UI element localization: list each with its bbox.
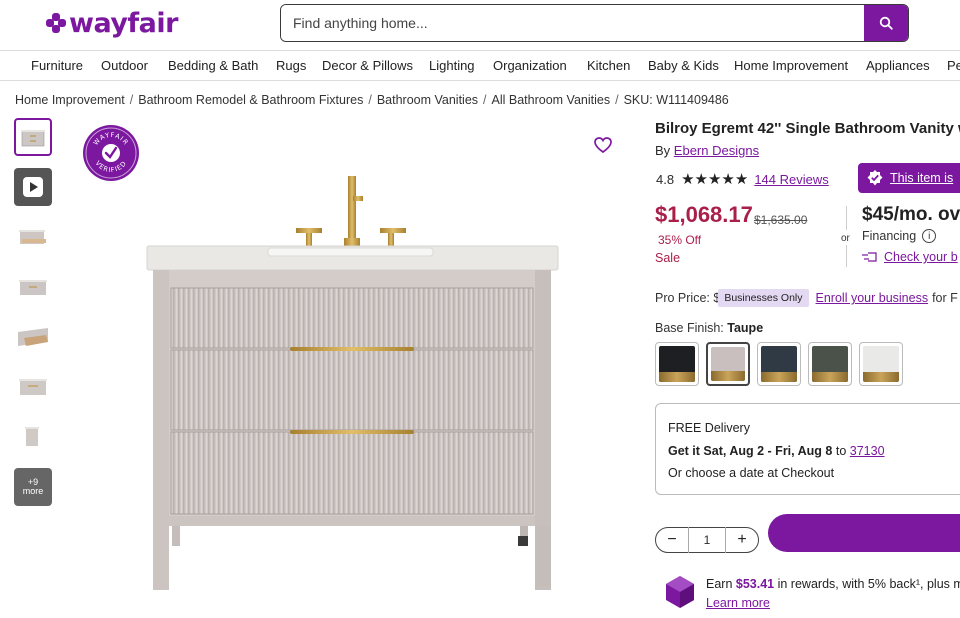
thumbnail-4[interactable] — [14, 268, 52, 306]
wayfair-logo[interactable]: wayfair — [46, 7, 178, 39]
breadcrumb-all-vanities[interactable]: All Bathroom Vanities — [492, 93, 611, 107]
pro-price-label: Pro Price: $ — [655, 291, 721, 305]
swatch-taupe[interactable] — [706, 342, 750, 386]
divider — [846, 206, 847, 230]
category-nav: Furniture Outdoor Bedding & Bath Rugs De… — [0, 50, 960, 81]
nav-decor-pillows[interactable]: Decor & Pillows — [322, 58, 413, 73]
star-rating-icon: ★★★★★ — [681, 170, 749, 188]
enroll-business-link[interactable]: Enroll your business — [816, 291, 929, 305]
check-your-rate-text: Check your b — [884, 250, 958, 264]
brand-line: By Ebern Designs — [655, 143, 759, 158]
or-label: or — [841, 233, 850, 244]
thumbnail-5[interactable] — [14, 318, 52, 356]
nav-home-improvement[interactable]: Home Improvement — [734, 58, 848, 73]
logo-text: wayfair — [69, 7, 178, 39]
rating-value: 4.8 — [656, 171, 675, 187]
breadcrumb-bathroom-vanities[interactable]: Bathroom Vanities — [377, 93, 478, 107]
finish-label: Base Finish: — [655, 321, 724, 335]
thumbnail-video[interactable] — [14, 168, 52, 206]
reviews-link[interactable]: 144 Reviews — [754, 172, 828, 187]
check-your-rate-link[interactable]: Check your b — [862, 250, 958, 264]
thumbnail-more[interactable]: +9 more — [14, 468, 52, 506]
rewards-gem-icon — [664, 575, 696, 609]
financing-label: Financing — [862, 229, 917, 243]
financing-row: Financing i — [862, 229, 937, 243]
nav-kitchen[interactable]: Kitchen — [587, 58, 630, 73]
swatch-navy[interactable] — [757, 342, 801, 386]
breadcrumb-bathroom-remodel[interactable]: Bathroom Remodel & Bathroom Fixtures — [138, 93, 363, 107]
swatch-black[interactable] — [655, 342, 699, 386]
discount-percent: 35% Off — [658, 233, 702, 247]
breadcrumb-sku: SKU: W111409486 — [623, 93, 729, 107]
search-icon — [879, 16, 893, 30]
thumbnail-3[interactable] — [14, 218, 52, 256]
finish-label-row: Base Finish: Taupe — [655, 321, 763, 335]
thumbnail-6[interactable] — [14, 368, 52, 406]
main-product-image[interactable] — [68, 118, 628, 598]
add-to-cart-button[interactable] — [768, 514, 960, 552]
sale-price: $1,068.17 — [655, 202, 753, 227]
learn-more-link[interactable]: Learn more — [706, 596, 770, 610]
play-icon — [23, 177, 43, 197]
breadcrumb: Home Improvement / Bathroom Remodel & Bath… — [15, 93, 729, 107]
search-input[interactable] — [281, 5, 864, 41]
thumbnail-rail: +9 more — [14, 118, 52, 518]
breadcrumb-home-improvement[interactable]: Home Improvement — [15, 93, 125, 107]
original-price: $1,635.00 — [754, 213, 808, 227]
nav-rugs[interactable]: Rugs — [276, 58, 306, 73]
rewards-suffix: in rewards, with 5% back¹, plus m — [777, 577, 960, 591]
speed-icon — [862, 252, 877, 262]
info-icon[interactable]: i — [922, 229, 937, 243]
quantity-value[interactable]: 1 — [688, 527, 726, 553]
nav-furniture[interactable]: Furniture — [31, 58, 83, 73]
divider — [846, 245, 847, 267]
product-title: Bilroy Egremt 42'' Single Bathroom Vanit… — [655, 120, 960, 137]
rewards-prefix: Earn — [706, 577, 733, 591]
nav-organization[interactable]: Organization — [493, 58, 567, 73]
swatch-white[interactable] — [859, 342, 903, 386]
thumbnail-7[interactable] — [14, 418, 52, 456]
nav-lighting[interactable]: Lighting — [429, 58, 475, 73]
decrease-quantity-button[interactable]: − — [656, 531, 688, 549]
nav-outdoor[interactable]: Outdoor — [101, 58, 148, 73]
thumbnail-1[interactable] — [14, 118, 52, 156]
favorite-button[interactable] — [592, 134, 614, 156]
businesses-only-tag: Businesses Only — [718, 289, 809, 307]
verified-check-icon — [867, 170, 883, 186]
monthly-price: $45/mo. ove — [862, 204, 960, 225]
quantity-stepper: − 1 + — [655, 527, 759, 553]
promo-badge-text: This item is — [890, 171, 954, 185]
rewards-amount: $53.41 — [735, 577, 775, 591]
rating-row: 4.8 ★★★★★ 144 Reviews — [656, 170, 829, 188]
search-button[interactable] — [864, 5, 908, 41]
enroll-tail: for F — [932, 291, 958, 305]
wayfair-verified-badge: WAYFAIR VERIFIED — [83, 125, 139, 181]
search-bar — [280, 4, 909, 42]
zip-code-link[interactable]: 37130 — [850, 444, 885, 458]
rewards-text: Earn $53.41 in rewards, with 5% back¹, p… — [706, 577, 960, 591]
finish-value: Taupe — [727, 321, 764, 335]
logo-mark-icon — [46, 13, 66, 33]
sale-label: Sale — [655, 251, 681, 265]
brand-link[interactable]: Ebern Designs — [674, 143, 759, 158]
delivery-to-word: to — [835, 444, 847, 458]
nav-baby-kids[interactable]: Baby & Kids — [648, 58, 719, 73]
nav-appliances[interactable]: Appliances — [866, 58, 930, 73]
increase-quantity-button[interactable]: + — [726, 531, 758, 549]
swatch-green[interactable] — [808, 342, 852, 386]
by-label: By — [655, 143, 671, 158]
header: wayfair — [0, 0, 960, 50]
delivery-dates: Get it Sat, Aug 2 - Fri, Aug 8 — [668, 444, 833, 458]
delivery-estimate: Get it Sat, Aug 2 - Fri, Aug 8 to 37130 — [668, 444, 885, 458]
more-label: more — [22, 486, 44, 496]
pro-price-row: Pro Price: $ Businesses Only Enroll your… — [655, 289, 958, 307]
promo-badge[interactable]: This item is — [858, 163, 960, 193]
nav-bedding-bath[interactable]: Bedding & Bath — [168, 58, 258, 73]
heart-icon — [594, 137, 612, 154]
free-delivery-label: FREE Delivery — [668, 421, 750, 435]
choose-date-text: Or choose a date at Checkout — [668, 466, 835, 480]
nav-pets[interactable]: Pe — [947, 58, 960, 73]
